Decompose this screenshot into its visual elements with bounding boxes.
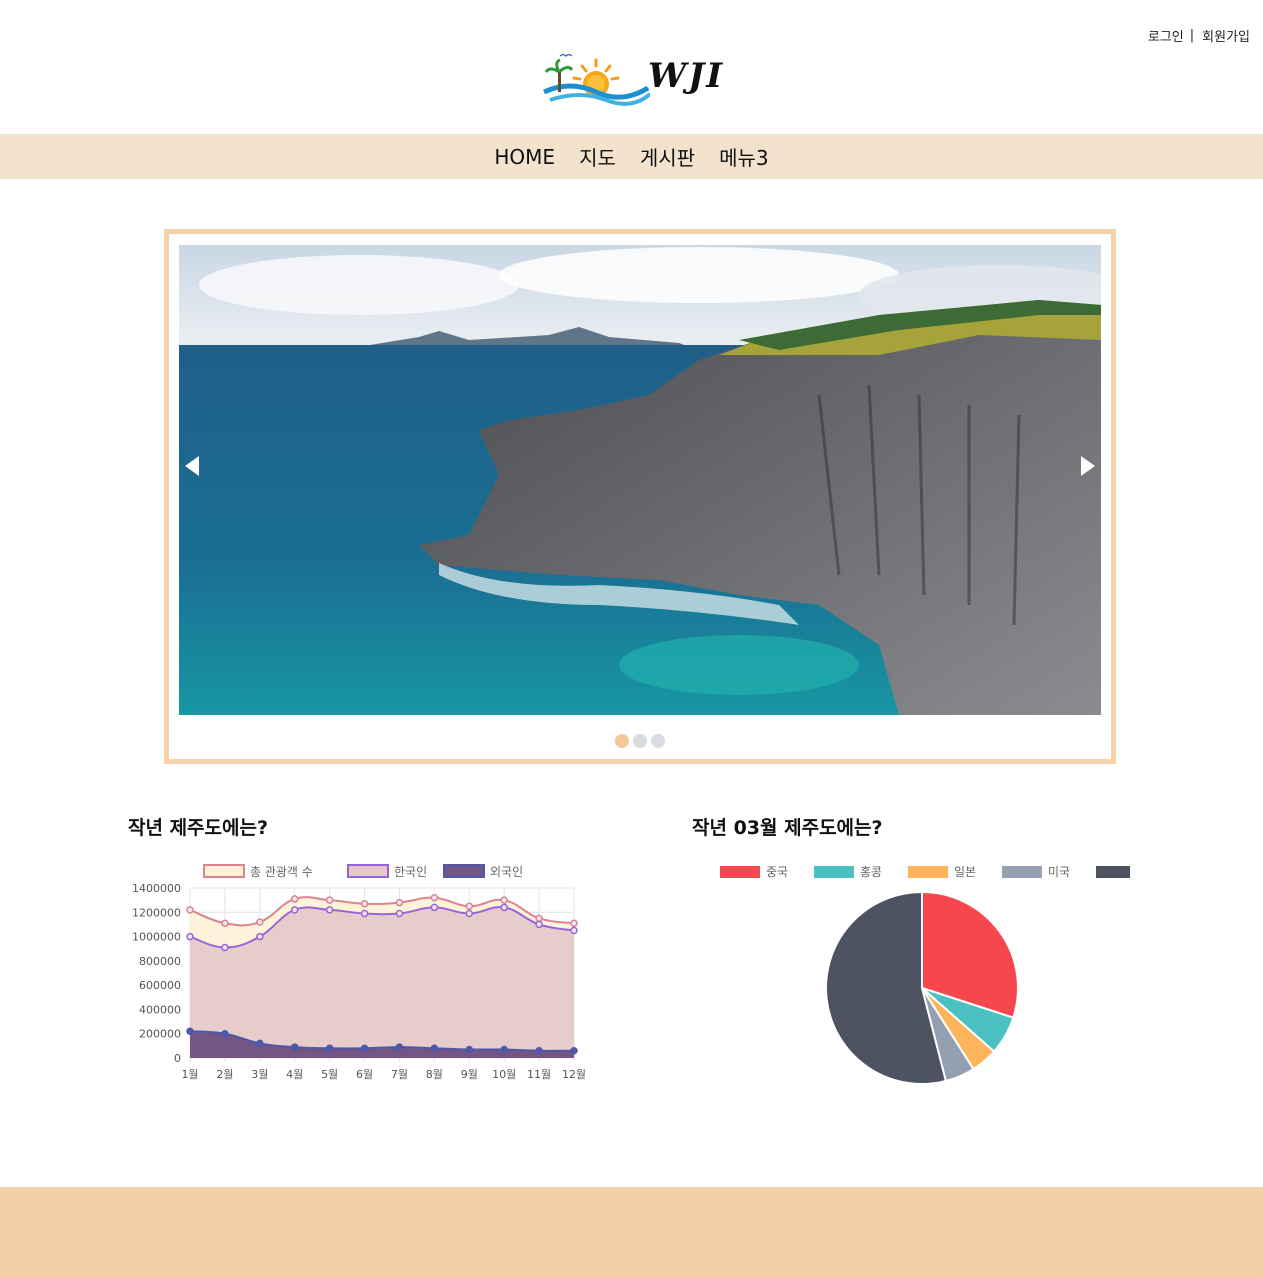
login-link[interactable]: 로그인 xyxy=(1148,26,1184,45)
y-tick-label: 1200000 xyxy=(132,906,181,919)
data-point-0-11 xyxy=(570,919,578,927)
data-point-2-0 xyxy=(186,1027,194,1036)
legend-label-2: 외국인 xyxy=(490,865,523,879)
data-point-0-10 xyxy=(535,914,543,923)
pie-legend-label-0: 중국 xyxy=(766,865,788,879)
data-point-0-6 xyxy=(395,898,404,907)
slider-prev-arrow-icon[interactable] xyxy=(185,456,199,480)
footer xyxy=(0,1187,1263,1277)
signup-link[interactable]: 회원가입 xyxy=(1202,26,1250,45)
y-tick-label: 800000 xyxy=(139,955,181,968)
x-tick-label: 10월 xyxy=(492,1068,516,1081)
data-point-1-4 xyxy=(325,906,334,914)
y-tick-label: 0 xyxy=(174,1052,181,1065)
data-point-0-4 xyxy=(325,896,334,904)
nav-item-menu3[interactable]: 메뉴3 xyxy=(719,142,769,171)
page: 로그인 | 회원가입 WJI HOME 지도 게시판 메뉴3 작년 제주도에는?… xyxy=(0,0,1263,1277)
data-point-2-7 xyxy=(430,1044,439,1053)
logo-sun-icon xyxy=(542,53,652,106)
y-tick-label: 1400000 xyxy=(132,882,181,895)
nationality-pie-chart: 중국홍콩일본미국그 외 xyxy=(700,855,1168,1095)
x-tick-label: 8월 xyxy=(426,1068,443,1081)
data-point-2-4 xyxy=(325,1044,334,1053)
y-tick-label: 1000000 xyxy=(132,931,181,944)
slider-next-arrow-icon[interactable] xyxy=(1081,456,1095,480)
data-point-0-5 xyxy=(360,900,369,908)
x-tick-label: 1월 xyxy=(181,1068,198,1081)
slider-dot-1[interactable] xyxy=(615,734,629,748)
data-point-0-3 xyxy=(290,895,299,903)
line-chart-title: 작년 제주도에는? xyxy=(128,817,268,839)
slider-pagination xyxy=(169,734,1111,748)
data-point-1-10 xyxy=(535,920,543,929)
pie-legend-swatch-3 xyxy=(1002,866,1042,878)
data-point-1-5 xyxy=(360,909,369,918)
data-point-2-5 xyxy=(360,1044,369,1053)
y-tick-label: 400000 xyxy=(139,1003,181,1016)
data-point-2-2 xyxy=(256,1039,264,1048)
pie-chart-title: 작년 03월 제주도에는? xyxy=(692,817,883,839)
nav-item-board[interactable]: 게시판 xyxy=(640,142,695,171)
x-tick-label: 11월 xyxy=(527,1068,551,1081)
y-tick-label: 200000 xyxy=(139,1028,181,1041)
legend-swatch-0 xyxy=(203,864,245,878)
legend-swatch-1 xyxy=(347,864,389,878)
pie-legend-swatch-4 xyxy=(1096,866,1136,878)
data-point-1-2 xyxy=(256,932,264,941)
data-point-1-9 xyxy=(500,903,508,912)
data-point-1-3 xyxy=(290,906,299,914)
logo-text: WJI xyxy=(648,56,725,96)
data-point-2-11 xyxy=(570,1046,578,1055)
pie-legend-swatch-1 xyxy=(814,866,854,878)
pie-legend-swatch-2 xyxy=(908,866,948,878)
main-nav: HOME 지도 게시판 메뉴3 xyxy=(0,134,1263,179)
x-tick-label: 9월 xyxy=(461,1068,478,1081)
x-tick-label: 7월 xyxy=(391,1068,408,1081)
slider-dot-2[interactable] xyxy=(633,734,647,748)
nav-item-map[interactable]: 지도 xyxy=(579,142,616,171)
data-point-0-0 xyxy=(186,906,194,914)
pie-legend-label-1: 홍콩 xyxy=(860,865,882,879)
x-tick-label: 3월 xyxy=(251,1068,268,1081)
pie-legend-label-2: 일본 xyxy=(954,865,976,879)
x-tick-label: 5월 xyxy=(321,1068,338,1081)
data-point-2-10 xyxy=(535,1046,543,1055)
x-tick-label: 4월 xyxy=(286,1068,303,1081)
data-point-1-11 xyxy=(570,926,578,935)
slide-image-jeju-coast xyxy=(179,245,1101,715)
nav-item-home[interactable]: HOME xyxy=(494,145,555,169)
data-point-0-7 xyxy=(430,893,439,902)
legend-label-0: 총 관광객 수 xyxy=(250,865,313,879)
x-tick-label: 12월 xyxy=(562,1068,586,1081)
data-point-1-6 xyxy=(395,909,404,918)
auth-links: 로그인 | 회원가입 xyxy=(1148,26,1250,45)
data-point-2-6 xyxy=(395,1043,404,1051)
x-tick-label: 6월 xyxy=(356,1068,373,1081)
visitors-line-chart: 총 관광객 수 한국인 외국인 1400000 1200000 1000000 800000… xyxy=(126,855,596,1095)
slider-dot-3[interactable] xyxy=(651,734,665,748)
site-logo[interactable]: WJI xyxy=(540,50,740,112)
y-tick-label: 600000 xyxy=(139,979,181,992)
legend-swatch-2 xyxy=(443,864,485,878)
data-point-1-1 xyxy=(221,943,229,952)
image-slider xyxy=(164,229,1116,764)
data-point-1-8 xyxy=(465,909,474,918)
data-point-1-0 xyxy=(186,932,194,941)
data-point-0-2 xyxy=(256,918,264,926)
auth-separator: | xyxy=(1189,28,1195,43)
x-tick-label: 2월 xyxy=(216,1068,233,1081)
data-point-0-8 xyxy=(465,902,474,910)
data-point-2-8 xyxy=(465,1045,474,1054)
data-point-2-1 xyxy=(221,1029,229,1038)
data-point-2-3 xyxy=(290,1043,299,1051)
data-point-2-9 xyxy=(500,1045,508,1054)
data-point-1-7 xyxy=(430,903,439,912)
pie-legend-label-3: 미국 xyxy=(1048,865,1070,879)
legend-label-1: 한국인 xyxy=(394,865,427,879)
pie-legend-swatch-0 xyxy=(720,866,760,878)
data-point-0-1 xyxy=(221,919,229,927)
data-point-0-9 xyxy=(500,896,508,904)
